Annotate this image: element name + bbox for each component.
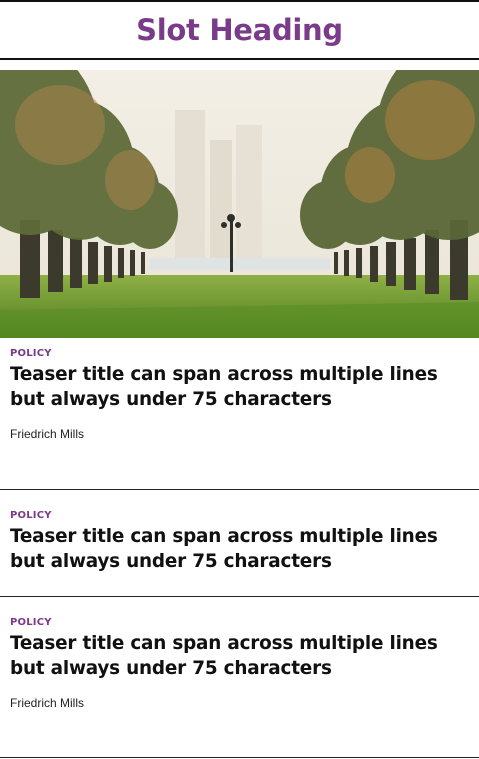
teaser-author[interactable]: Friedrich Mills: [10, 696, 469, 710]
divider: [0, 489, 479, 490]
teaser-title[interactable]: Teaser title can span across multiple li…: [10, 362, 469, 412]
teaser-title[interactable]: Teaser title can span across multiple li…: [10, 524, 469, 574]
divider: [0, 596, 479, 597]
teaser-category[interactable]: POLICY: [10, 348, 479, 359]
teaser-card[interactable]: POLICY Teaser title can span across mult…: [0, 348, 479, 441]
teaser-card[interactable]: POLICY Teaser title can span across mult…: [0, 510, 479, 574]
teaser-card[interactable]: POLICY Teaser title can span across mult…: [0, 617, 479, 710]
teaser-author[interactable]: Friedrich Mills: [10, 427, 469, 441]
teaser-title[interactable]: Teaser title can span across multiple li…: [10, 631, 469, 681]
palm-avenue-image: [0, 70, 479, 338]
teaser-category[interactable]: POLICY: [10, 617, 479, 628]
teaser-category[interactable]: POLICY: [10, 510, 479, 521]
slot-header: Slot Heading: [0, 0, 479, 60]
teaser-image[interactable]: [0, 70, 479, 338]
slot-heading: Slot Heading: [136, 13, 343, 47]
divider: [0, 757, 479, 758]
